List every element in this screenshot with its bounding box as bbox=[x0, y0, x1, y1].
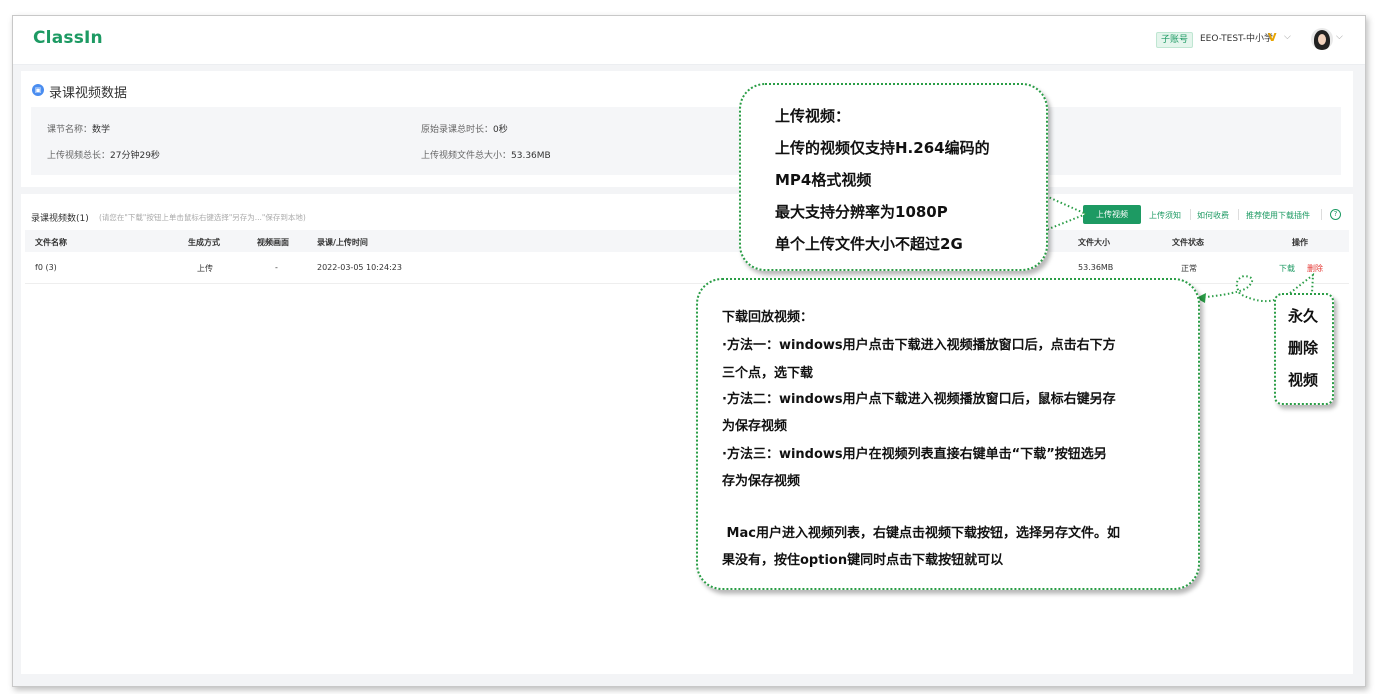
avatar-face bbox=[1318, 34, 1326, 45]
cell-status: 正常 bbox=[1181, 264, 1197, 273]
classin-logo[interactable]: ClassIn bbox=[33, 28, 103, 48]
table-header: 文件名称 生成方式 视频画面 录课/上传时间 文件大小 文件状态 操作 bbox=[25, 230, 1349, 252]
cell-file-name: f0 (3) bbox=[35, 263, 57, 272]
col-size: 文件大小 bbox=[1078, 238, 1110, 247]
link-divider bbox=[1190, 209, 1191, 220]
upload-notice-link[interactable]: 上传须知 bbox=[1149, 210, 1181, 221]
upload-tip-title: 上传视频： bbox=[775, 107, 851, 125]
download-tip-line: Mac用户进入视频列表，右键点击视频下载按钮，选择另存文件。如 bbox=[722, 526, 1120, 541]
download-tip-line: 果没有，按住option键同时点击下载按钮就可以 bbox=[722, 553, 1004, 568]
upload-tip-line: MP4格式视频 bbox=[775, 171, 872, 189]
cell-picture: - bbox=[275, 263, 278, 272]
col-file-name: 文件名称 bbox=[35, 238, 67, 247]
upload-tip-line: 最大支持分辨率为1080P bbox=[775, 203, 948, 221]
delete-link[interactable]: 删除 bbox=[1307, 263, 1323, 274]
upload-duration-label: 上传视频总长： bbox=[47, 151, 111, 161]
upload-tip-line: 上传的视频仅支持H.264编码的 bbox=[775, 139, 990, 157]
col-status: 文件状态 bbox=[1172, 238, 1204, 247]
upload-size: 上传视频文件总大小：53.36MB bbox=[421, 148, 551, 161]
link-divider bbox=[1321, 209, 1322, 220]
video-data-icon: ▣ bbox=[32, 84, 44, 96]
upload-duration-value: 27分钟29秒 bbox=[110, 151, 160, 161]
top-bar: ClassIn 子账号 EEO-TEST-中小学 V ⌵ ⌵ bbox=[13, 16, 1365, 65]
download-tip-line: ·方法三：windows用户在视频列表直接右键单击“下载”按钮选另 bbox=[722, 447, 1107, 462]
link-divider bbox=[1238, 209, 1239, 220]
download-link[interactable]: 下载 bbox=[1279, 263, 1295, 274]
avatar-chevron-down-icon[interactable]: ⌵ bbox=[1336, 32, 1343, 42]
cell-time: 2022-03-05 10:24:23 bbox=[317, 263, 402, 272]
lesson-name: 课节名称：数学 bbox=[47, 122, 110, 135]
download-tip-line: ·方法一：windows用户点击下载进入视频播放窗口后，点击右下方 bbox=[722, 338, 1116, 353]
download-tip-line: ·方法二：windows用户点下载进入视频播放窗口后，鼠标右键另存 bbox=[722, 392, 1116, 407]
col-time: 录课/上传时间 bbox=[317, 238, 368, 247]
upload-size-label: 上传视频文件总大小： bbox=[421, 151, 512, 161]
col-ops: 操作 bbox=[1292, 238, 1308, 247]
list-title: 录课视频数(1) bbox=[31, 214, 89, 224]
delete-tip-callout: 永久 删除 视频 bbox=[1274, 293, 1334, 405]
original-duration-value: 0秒 bbox=[493, 125, 508, 135]
upload-video-button[interactable]: 上传视频 bbox=[1083, 205, 1141, 224]
avatar[interactable] bbox=[1311, 28, 1333, 50]
lesson-name-label: 课节名称： bbox=[47, 125, 93, 135]
upload-tip-callout: 上传视频： 上传的视频仅支持H.264编码的 MP4格式视频 最大支持分辨率为1… bbox=[739, 83, 1048, 271]
list-hint: (请您在"下载"按钮上单击鼠标右键选择"另存为..."保存到本地) bbox=[99, 213, 306, 222]
download-tip-line: 三个点，选下载 bbox=[722, 366, 814, 381]
card-title: 录课视频数据 bbox=[49, 86, 128, 101]
delete-tip-line: 删除 bbox=[1288, 339, 1319, 357]
upload-duration: 上传视频总长：27分钟29秒 bbox=[47, 148, 160, 161]
download-tip-line: 存为保存视频 bbox=[722, 474, 801, 489]
info-box: 课节名称：数学 原始录课总时长：0秒 上传视频总长：27分钟29秒 上传视频文件… bbox=[31, 107, 1341, 175]
col-picture: 视频画面 bbox=[257, 238, 289, 247]
lesson-name-value: 数学 bbox=[92, 125, 111, 135]
delete-tip-line: 永久 bbox=[1288, 307, 1319, 325]
sub-account-badge: 子账号 bbox=[1156, 32, 1194, 48]
original-duration: 原始录课总时长：0秒 bbox=[421, 122, 508, 135]
download-tip-callout: 下载回放视频： ·方法一：windows用户点击下载进入视频播放窗口后，点击右下… bbox=[696, 278, 1200, 590]
video-data-card: ▣ 录课视频数据 课节名称：数学 原始录课总时长：0秒 上传视频总长：27分钟2… bbox=[21, 71, 1353, 187]
download-plugin-link[interactable]: 推荐使用下载插件 bbox=[1246, 210, 1310, 221]
download-tip-line: 为保存视频 bbox=[722, 419, 788, 434]
upload-tip-line: 单个上传文件大小不超过2G bbox=[775, 235, 963, 253]
original-duration-label: 原始录课总时长： bbox=[421, 125, 494, 135]
help-icon[interactable]: ? bbox=[1330, 209, 1341, 220]
vip-icon: V bbox=[1268, 31, 1277, 44]
cell-method: 上传 bbox=[197, 264, 213, 273]
cell-size: 53.36MB bbox=[1078, 263, 1114, 272]
delete-tip-line: 视频 bbox=[1288, 371, 1319, 389]
account-chevron-down-icon[interactable]: ⌵ bbox=[1284, 32, 1291, 42]
col-method: 生成方式 bbox=[188, 238, 220, 247]
account-name[interactable]: EEO-TEST-中小学 bbox=[1200, 33, 1273, 45]
upload-size-value: 53.36MB bbox=[511, 151, 551, 161]
download-tip-title: 下载回放视频： bbox=[722, 310, 814, 325]
pricing-link[interactable]: 如何收费 bbox=[1197, 210, 1229, 221]
